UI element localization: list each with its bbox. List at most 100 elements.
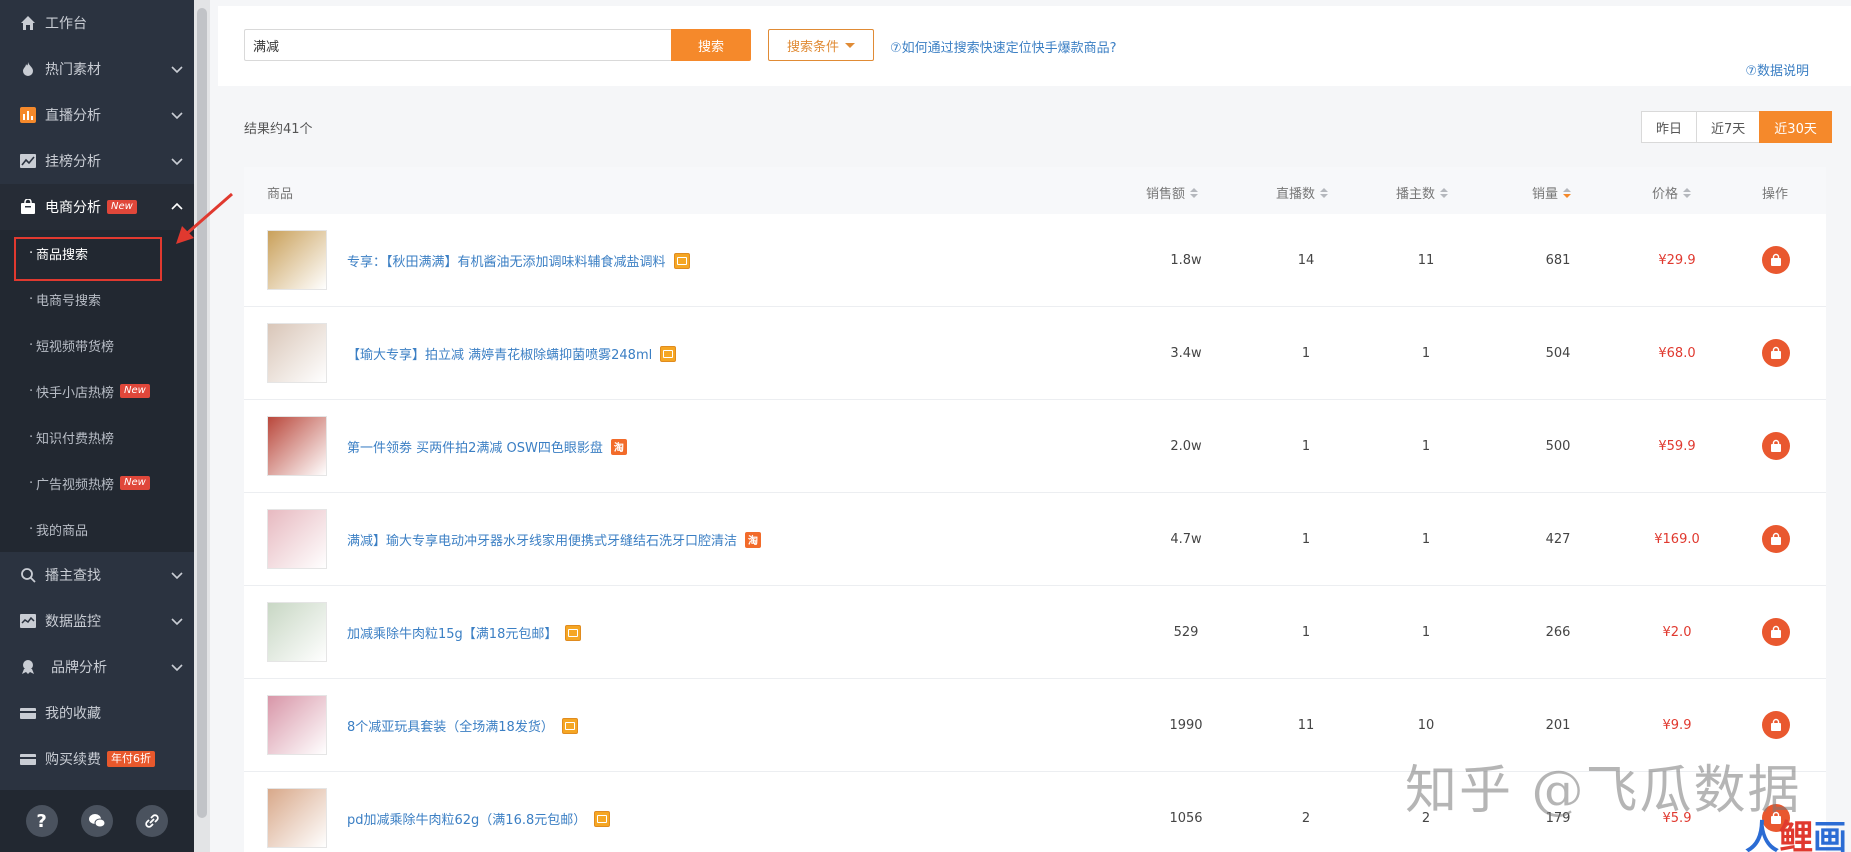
sidebar-item-label: 数据监控 xyxy=(45,614,101,630)
range-30days-button[interactable]: 近30天 xyxy=(1759,111,1832,143)
sidebar-item-label: 热门素材 xyxy=(45,62,101,78)
taobao-tag-icon: 淘 xyxy=(610,438,627,455)
header-sales-amount[interactable]: 销售额 xyxy=(1146,183,1199,202)
new-badge: New xyxy=(120,384,150,398)
product-name-link[interactable]: 加减乘除牛肉粒15g【满18元包邮】 xyxy=(347,586,582,679)
header-product: 商品 xyxy=(267,183,293,202)
price-cell: ¥68.0 xyxy=(1658,346,1696,361)
price-cell: ¥2.0 xyxy=(1662,625,1692,640)
product-thumbnail[interactable] xyxy=(267,323,327,383)
sidebar-item-host-search[interactable]: 播主查找 xyxy=(0,552,194,598)
shop-bag-button[interactable] xyxy=(1762,246,1790,274)
search-input[interactable] xyxy=(244,29,674,61)
sidebar-item-label: 挂榜分析 xyxy=(45,154,101,170)
table-row: 满减】瑜大专享电动冲牙器水牙线家用便携式牙缝结石洗牙口腔清洁淘 4.7w 1 1… xyxy=(244,493,1826,586)
sidebar-item-workbench[interactable]: 工作台 xyxy=(0,0,194,46)
product-thumbnail[interactable] xyxy=(267,695,327,755)
header-live-count[interactable]: 直播数 xyxy=(1276,183,1329,202)
sidebar-item-label: 工作台 xyxy=(45,16,87,32)
sales-volume-cell: 504 xyxy=(1545,346,1571,361)
data-note-link[interactable]: ⑦数据说明 xyxy=(1745,60,1809,79)
sidebar-item-hot-materials[interactable]: 热门素材 xyxy=(0,46,194,92)
host-count-cell: 11 xyxy=(1417,253,1435,268)
search-conditions-label: 搜索条件 xyxy=(786,39,839,55)
help-icon: ? xyxy=(36,810,47,832)
sidebar-subitem-label: 短视频带货榜 xyxy=(36,339,115,355)
sales-amount-cell: 1.8w xyxy=(1170,253,1202,268)
sidebar-subitem-my-products[interactable]: 我的商品 xyxy=(0,506,194,552)
watermark-text: 知乎 @飞瓜数据 xyxy=(1405,761,1802,821)
sales-volume-cell: 681 xyxy=(1545,253,1571,268)
sort-icon xyxy=(1190,187,1199,198)
product-name: 【瑜大专享】拍立减 满婷青花椒除螨抑菌喷雾248ml xyxy=(347,348,653,363)
product-name-link[interactable]: 8个减亚玩具套装（全场满18发货） xyxy=(347,679,578,772)
table-row: 第一件领劵 买两件拍2满减 OSW四色眼影盘淘 2.0w 1 1 500 ¥59… xyxy=(244,400,1826,493)
sidebar-item-label: 直播分析 xyxy=(45,108,101,124)
host-count-cell: 1 xyxy=(1421,439,1431,454)
product-name: pd加减乘除牛肉粒62g（满16.8元包邮） xyxy=(347,813,587,828)
product-name-link[interactable]: pd加减乘除牛肉粒62g（满16.8元包邮） xyxy=(347,772,611,852)
product-thumbnail[interactable] xyxy=(267,602,327,662)
shop-bag-button[interactable] xyxy=(1762,339,1790,367)
sidebar-item-my-collection[interactable]: 我的收藏 xyxy=(0,690,194,736)
search-conditions-button[interactable]: 搜索条件 xyxy=(768,29,874,61)
header-label: 商品 xyxy=(267,187,294,202)
product-name-link[interactable]: 满减】瑜大专享电动冲牙器水牙线家用便携式牙缝结石洗牙口腔清洁淘 xyxy=(347,493,762,586)
corner-logo: 人鲤画 xyxy=(1745,810,1847,852)
sidebar-subitem-knowledge-paid-ranking[interactable]: 知识付费热榜 xyxy=(0,414,194,460)
annotation-highlight-box xyxy=(14,237,162,281)
range-7days-button[interactable]: 近7天 xyxy=(1696,111,1761,143)
sidebar-subitem-label: 知识付费热榜 xyxy=(36,431,115,447)
taobao-tag-icon: 淘 xyxy=(745,531,762,548)
price-cell: ¥169.0 xyxy=(1654,532,1700,547)
logo-char: 画 xyxy=(1813,818,1847,852)
sidebar-subitem-kuaishou-store-ranking[interactable]: 快手小店热榜 New xyxy=(0,368,194,414)
sidebar-item-live-analysis[interactable]: 直播分析 xyxy=(0,92,194,138)
search-help-link[interactable]: ⑦如何通过搜索快速定位快手爆款商品? xyxy=(890,37,1117,56)
header-label: 销量 xyxy=(1532,187,1559,202)
header-label: 直播数 xyxy=(1276,187,1316,202)
search-button[interactable]: 搜索 xyxy=(671,29,751,61)
help-button[interactable]: ? xyxy=(25,805,58,837)
product-thumbnail[interactable] xyxy=(267,230,327,290)
sales-volume-cell: 500 xyxy=(1545,439,1571,454)
product-name: 加减乘除牛肉粒15g【满18元包邮】 xyxy=(347,627,558,642)
header-sales-volume[interactable]: 销量 xyxy=(1532,183,1572,202)
sales-volume-cell: 266 xyxy=(1545,625,1571,640)
shop-bag-button[interactable] xyxy=(1762,618,1790,646)
collection-icon xyxy=(20,705,36,721)
product-name-link[interactable]: 专享：【秋田满满】有机酱油无添加调味料辅食减盐调料 xyxy=(347,214,690,307)
shop-bag-button[interactable] xyxy=(1762,525,1790,553)
sidebar-item-data-monitor[interactable]: 数据监控 xyxy=(0,598,194,644)
product-thumbnail[interactable] xyxy=(267,416,327,476)
sidebar-subitem-short-video-ranking[interactable]: 短视频带货榜 xyxy=(0,322,194,368)
wechat-button[interactable] xyxy=(80,805,113,837)
sidebar-item-brand-analysis[interactable]: 品牌分析 xyxy=(0,644,194,690)
live-count-cell: 2 xyxy=(1301,811,1311,826)
range-yesterday-button[interactable]: 昨日 xyxy=(1641,111,1698,143)
sales-amount-cell: 3.4w xyxy=(1170,346,1202,361)
shop-bag-button[interactable] xyxy=(1762,711,1790,739)
sidebar-subitem-ad-video-ranking[interactable]: 广告视频热榜 New xyxy=(0,460,194,506)
shopping-bag-icon xyxy=(1771,346,1781,359)
link-button[interactable] xyxy=(136,805,169,837)
shop-bag-button[interactable] xyxy=(1762,432,1790,460)
bag-icon xyxy=(20,199,36,215)
header-price[interactable]: 价格 xyxy=(1652,183,1692,202)
product-name-link[interactable]: 第一件领劵 买两件拍2满减 OSW四色眼影盘淘 xyxy=(347,400,627,493)
sidebar-subitem-label: 快手小店热榜 xyxy=(36,385,115,401)
result-count: 结果约41个 xyxy=(244,122,313,137)
sidebar-scrollbar[interactable] xyxy=(194,0,210,852)
product-name-link[interactable]: 【瑜大专享】拍立减 满婷青花椒除螨抑菌喷雾248ml xyxy=(347,307,677,400)
sidebar-item-purchase-renew[interactable]: 购买续费 年付6折 xyxy=(0,736,194,782)
sidebar-subitem-ecom-account-search[interactable]: 电商号搜索 xyxy=(0,276,194,322)
scrollbar-thumb[interactable] xyxy=(197,8,207,818)
sidebar-item-ranking-analysis[interactable]: 挂榜分析 xyxy=(0,138,194,184)
sidebar-item-ecommerce-analysis[interactable]: 电商分析 New xyxy=(0,184,194,230)
product-thumbnail[interactable] xyxy=(267,509,327,569)
header-host-count[interactable]: 播主数 xyxy=(1396,183,1449,202)
caret-down-icon xyxy=(845,42,855,48)
product-thumbnail[interactable] xyxy=(267,788,327,848)
home-icon xyxy=(20,15,36,31)
sales-amount-cell: 1990 xyxy=(1169,718,1203,733)
